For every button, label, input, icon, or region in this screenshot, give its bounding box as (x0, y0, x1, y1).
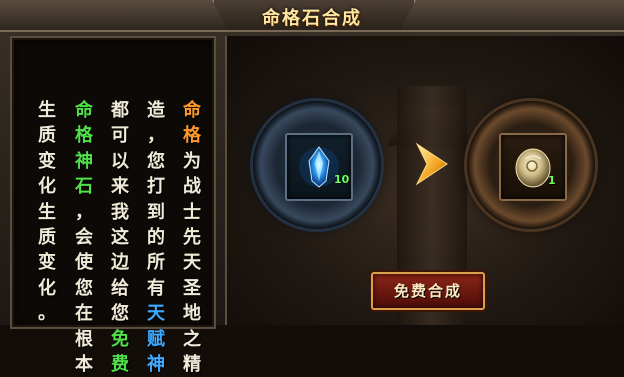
description-char: 质 (38, 226, 56, 248)
source-item-count: 10 (334, 173, 350, 186)
description-char: 根 (75, 328, 93, 350)
description-char: 造 (147, 100, 165, 121)
description-char: 可 (111, 125, 129, 147)
text-column-1: 生质变化生质变化。 (35, 98, 59, 327)
text-column-2: 命格神石 ， 会使您在根本 (72, 98, 96, 377)
description-char: 战 (183, 176, 201, 198)
description-char: 变 (38, 150, 56, 172)
description-char: 质 (38, 125, 56, 147)
result-item-slot[interactable] (499, 133, 567, 201)
description-char: 在 (75, 303, 93, 325)
description-char: 命 (75, 100, 93, 121)
blue-crystal-icon (299, 146, 339, 188)
description-char: 免 (111, 328, 129, 350)
free-synthesis-button[interactable]: 免费合成 (371, 272, 485, 310)
arrow-right-icon (415, 142, 448, 186)
description-char: 来 (111, 176, 129, 198)
description-char: 我 (111, 201, 129, 223)
description-char: 地 (183, 303, 201, 325)
description-char: 您 (111, 303, 129, 325)
description-char: 神 (75, 150, 93, 172)
description-char: 都 (111, 100, 129, 121)
description-char: 边 (111, 252, 129, 274)
description-char: 。 (38, 303, 56, 325)
text-column-5: 命格为战士先天圣地之精 (180, 98, 204, 377)
description-char: 给 (111, 277, 129, 299)
result-item-count: 1 (548, 174, 556, 187)
description-char: 精 (183, 353, 201, 375)
description-char: 您 (75, 277, 93, 299)
description-char: 化 (38, 176, 56, 198)
description-panel: 生质变化生质变化。 命格神石，会使您在根本 都可以来我这边给您免费 造，您打到的… (10, 36, 216, 375)
description-char: 使 (75, 252, 93, 274)
description-char: 为 (183, 150, 201, 172)
description-char: 生 (38, 201, 56, 223)
description-char: 石 (75, 176, 93, 198)
description-char: 命 (183, 100, 201, 121)
description-char: ， (75, 201, 93, 223)
description-char: 会 (75, 226, 93, 248)
description-char: 变 (38, 252, 56, 274)
description-char: 神 (147, 353, 165, 375)
description-char: 格 (183, 125, 201, 147)
description-char: 费 (111, 353, 129, 375)
description-char: 所 (147, 252, 165, 274)
description-char: 格 (75, 125, 93, 147)
text-column-4: 造 ， 您打到的所有天赋神 (144, 98, 168, 377)
description-char: 的 (147, 226, 165, 248)
fate-stone-icon (515, 148, 551, 188)
description-char: 本 (75, 353, 93, 375)
source-item-slot[interactable] (285, 133, 353, 201)
description-char: 化 (38, 277, 56, 299)
description-char: 这 (111, 226, 129, 248)
synthesis-panel: 10 1 免费合成 (225, 36, 624, 325)
window-title: 命格石合成 (262, 8, 362, 29)
description-char: 天 (147, 303, 165, 325)
description-char: 圣 (183, 277, 201, 299)
description-char: 有 (147, 277, 165, 299)
description-char: 天 (183, 252, 201, 274)
description-char: 打 (147, 176, 165, 198)
description-char: 先 (183, 226, 201, 248)
description-char: 之 (183, 328, 201, 350)
description-char: 以 (111, 150, 129, 172)
description-char: 您 (147, 150, 165, 172)
description-char: 赋 (147, 328, 165, 350)
description-char: 到 (147, 201, 165, 223)
description-char: 士 (183, 201, 201, 223)
text-column-3: 都可以来我这边给您免费 (108, 98, 132, 377)
description-char: 生 (38, 100, 56, 121)
description-char: ， (147, 125, 165, 147)
